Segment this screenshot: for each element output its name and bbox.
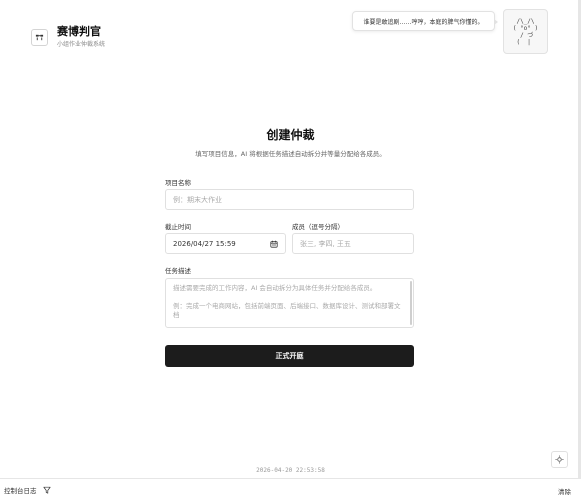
app-subtitle: 小组作业仲裁系统	[57, 41, 106, 48]
mascot-ascii: /\_/\ ( °o° ) / づ ( |	[512, 17, 539, 46]
project-name-input[interactable]: 例：期末大作业	[165, 189, 414, 210]
project-name-placeholder: 例：期末大作业	[173, 195, 222, 204]
members-placeholder: 张三, 李四, 王五	[300, 239, 351, 248]
theme-toggle-button[interactable]	[551, 451, 568, 468]
task-placeholder-line2: 例：完成一个电商网站，包括前端页面、后端接口、数据库设计、测试和部署文档	[173, 301, 401, 320]
calendar-icon[interactable]	[270, 240, 278, 248]
members-input[interactable]: 张三, 李四, 王五	[292, 233, 414, 254]
filter-icon[interactable]	[42, 486, 51, 494]
brand: 赛博判官 小组作业仲裁系统	[31, 25, 105, 49]
deadline-value: 2026/04/27 15:59	[173, 239, 236, 248]
console-bar: 控制台日志 清除	[0, 478, 581, 500]
mascot-speech-bubble: 谁要是敢追剧……哼哼，本庭的脾气你懂的。	[352, 11, 498, 31]
gavel-icon	[31, 28, 48, 46]
members-label: 成员（逗号分隔）	[292, 223, 344, 231]
mascot-speech: 谁要是敢追剧……哼哼，本庭的脾气你懂的。	[363, 18, 484, 26]
deadline-input[interactable]: 2026/04/27 15:59	[165, 233, 286, 254]
sun-icon	[555, 455, 564, 464]
console-log-toggle[interactable]: 控制台日志	[4, 485, 37, 495]
task-placeholder-line1: 描述需要完成的工作内容，AI 会自动拆分为具体任务并分配给各成员。	[173, 284, 377, 292]
page-title: 创建仲裁	[266, 128, 315, 142]
console-clear-button[interactable]: 清除	[558, 486, 571, 496]
project-name-label: 项目名称	[165, 179, 191, 187]
task-description-label: 任务描述	[165, 267, 191, 275]
task-description-textarea[interactable]: 描述需要完成的工作内容，AI 会自动拆分为具体任务并分配给各成员。 例：完成一个…	[165, 278, 414, 328]
deadline-label: 截止时间	[165, 223, 191, 231]
page-description: 填写项目信息，AI 将根据任务描述自动拆分并等量分配给各成员。	[195, 150, 386, 158]
textarea-scrollbar[interactable]	[410, 281, 412, 325]
footer-timestamp: 2026-04-20 22:53:58	[256, 467, 325, 474]
submit-button[interactable]: 正式开庭	[165, 345, 414, 367]
mascot-avatar[interactable]: /\_/\ ( °o° ) / づ ( |	[503, 9, 548, 54]
app-title: 赛博判官	[57, 25, 101, 38]
